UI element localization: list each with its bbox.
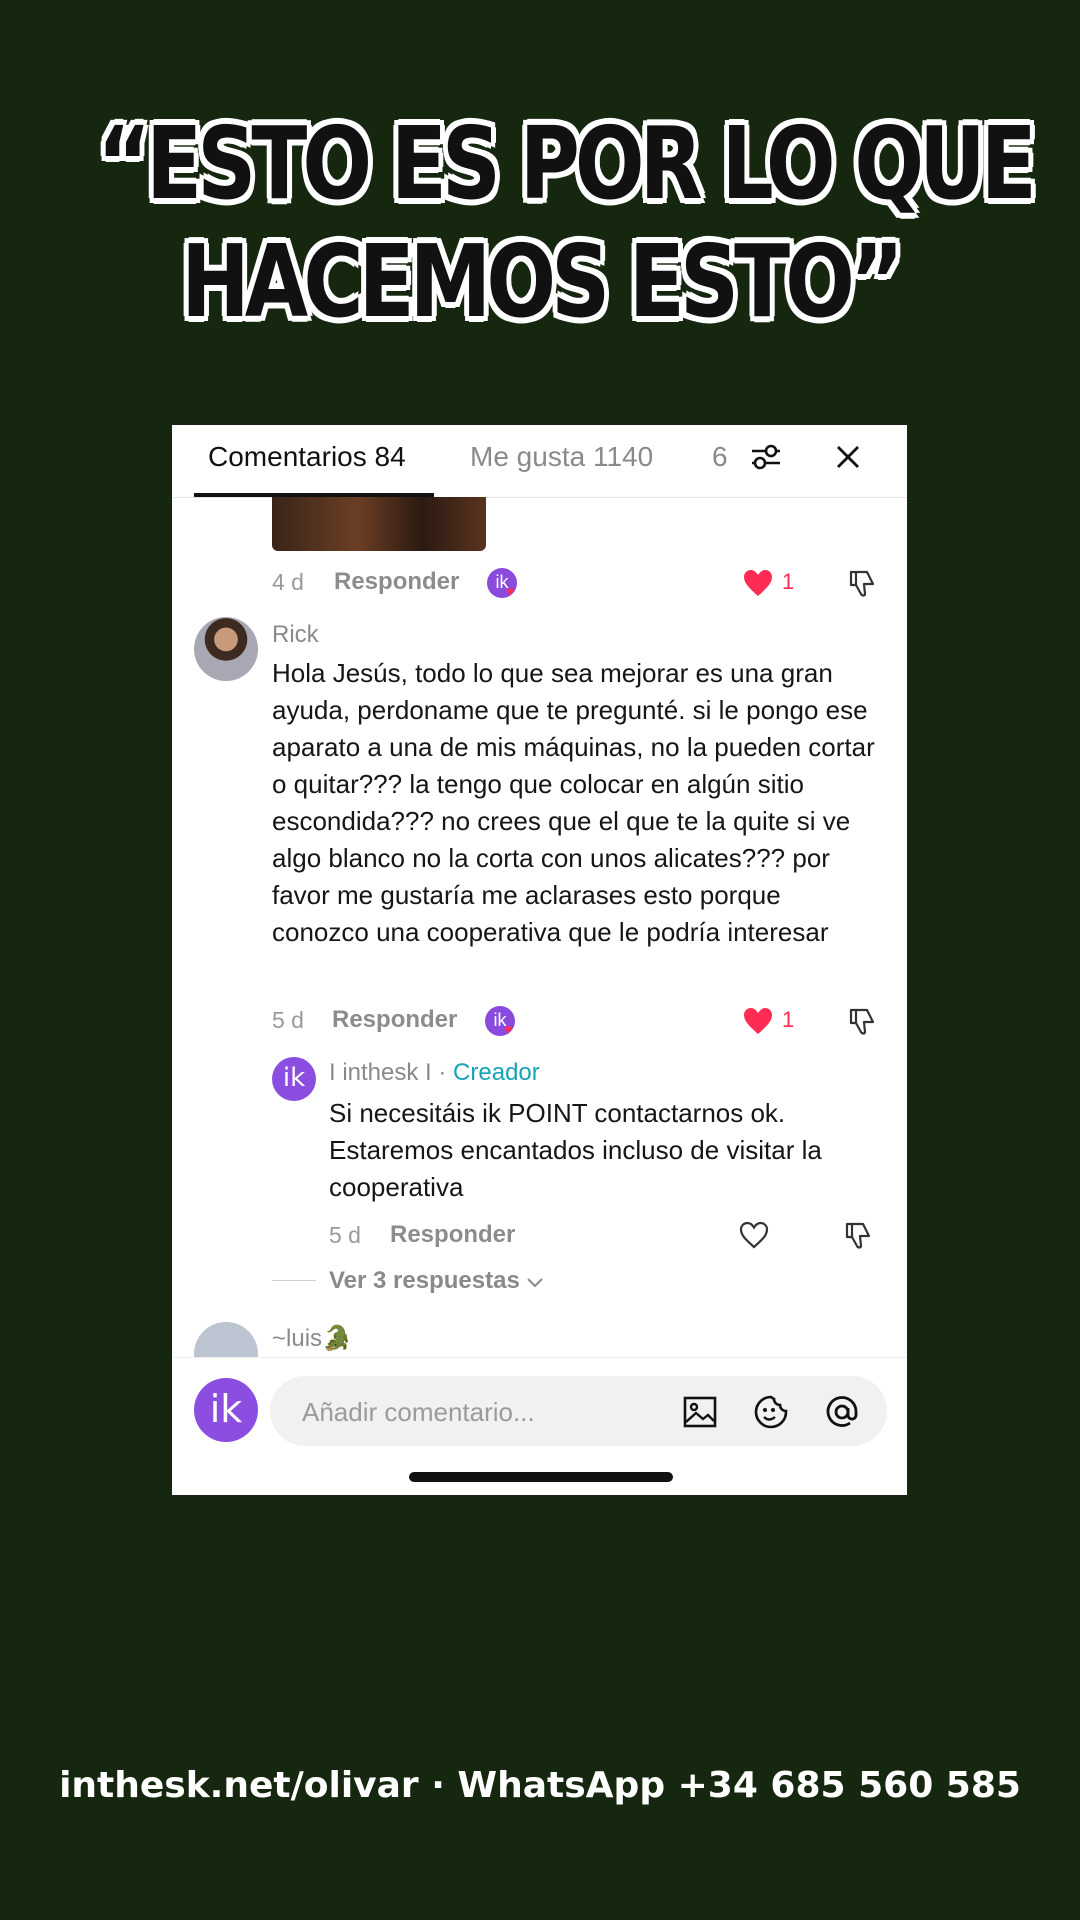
tab-comments[interactable]: Comentarios 84 (208, 441, 406, 473)
like-count: 1 (782, 569, 795, 594)
sticker-icon[interactable] (751, 1392, 791, 1432)
dislike-icon[interactable] (844, 1003, 880, 1039)
comment-input-container[interactable] (270, 1376, 887, 1448)
like-heart-icon[interactable] (740, 565, 776, 601)
reply-button[interactable]: Responder (390, 1221, 515, 1249)
like-heart-outline-icon[interactable] (736, 1217, 772, 1253)
headline: “ESTO ES POR LO QUE HACEMOS ESTO” (97, 105, 1037, 341)
comment-username[interactable]: Rick (272, 621, 319, 649)
reply-button[interactable]: Responder (334, 568, 459, 596)
reply-text: Si necesitáis ik POINT contactarnos ok. … (329, 1098, 822, 1202)
comments-panel: Comentarios 84 Me gusta 1140 6 4 d Respo… (172, 425, 907, 1495)
replies-divider (272, 1280, 316, 1281)
close-icon[interactable] (830, 439, 866, 475)
chevron-down-icon (526, 1268, 544, 1296)
creator-avatar[interactable]: ik (272, 1057, 316, 1101)
username-separator: · (431, 1059, 454, 1086)
heart-icon: ♥ (506, 583, 515, 599)
headline-line-2: HACEMOS ESTO” (181, 223, 904, 340)
like-count: 1 (782, 1007, 795, 1032)
like-heart-icon[interactable] (740, 1003, 776, 1039)
comment-text: Hola Jesús, todo lo que sea mejorar es u… (272, 658, 875, 947)
reply-time: 5 d (329, 1222, 361, 1248)
view-replies-button[interactable]: Ver 3 respuestas (329, 1267, 544, 1296)
dislike-icon[interactable] (840, 1217, 876, 1253)
comment-time: 4 d (272, 569, 304, 595)
reply-button[interactable]: Responder (332, 1006, 457, 1034)
tab-bar: Comentarios 84 Me gusta 1140 6 (172, 425, 907, 498)
headline-line-1: “ESTO ES POR LO QUE (97, 105, 1037, 222)
view-replies-label: Ver 3 respuestas (329, 1267, 520, 1294)
user-avatar[interactable]: ik (194, 1378, 258, 1442)
heart-icon: ♥ (504, 1021, 513, 1037)
comment-image-thumbnail[interactable] (272, 497, 486, 551)
reply-username[interactable]: I inthesk I (329, 1059, 432, 1086)
comment-username[interactable]: ~luis🐊 (272, 1324, 352, 1353)
sliders-icon[interactable] (748, 439, 784, 475)
footer-contact: inthesk.net/olivar · WhatsApp +34 685 56… (59, 1765, 1021, 1806)
avatar[interactable] (194, 617, 258, 681)
tab-likes[interactable]: Me gusta 1140 (470, 441, 653, 473)
dislike-icon[interactable] (844, 565, 880, 601)
image-icon[interactable] (680, 1392, 720, 1432)
reply-username-line: I inthesk I · Creador (329, 1059, 540, 1087)
home-indicator (409, 1472, 673, 1482)
creator-badge: Creador (453, 1059, 540, 1086)
comment-time: 5 d (272, 1007, 304, 1033)
tab-shares[interactable]: 6 (712, 441, 728, 473)
comment-input[interactable] (300, 1376, 644, 1448)
mention-icon[interactable] (822, 1392, 862, 1432)
